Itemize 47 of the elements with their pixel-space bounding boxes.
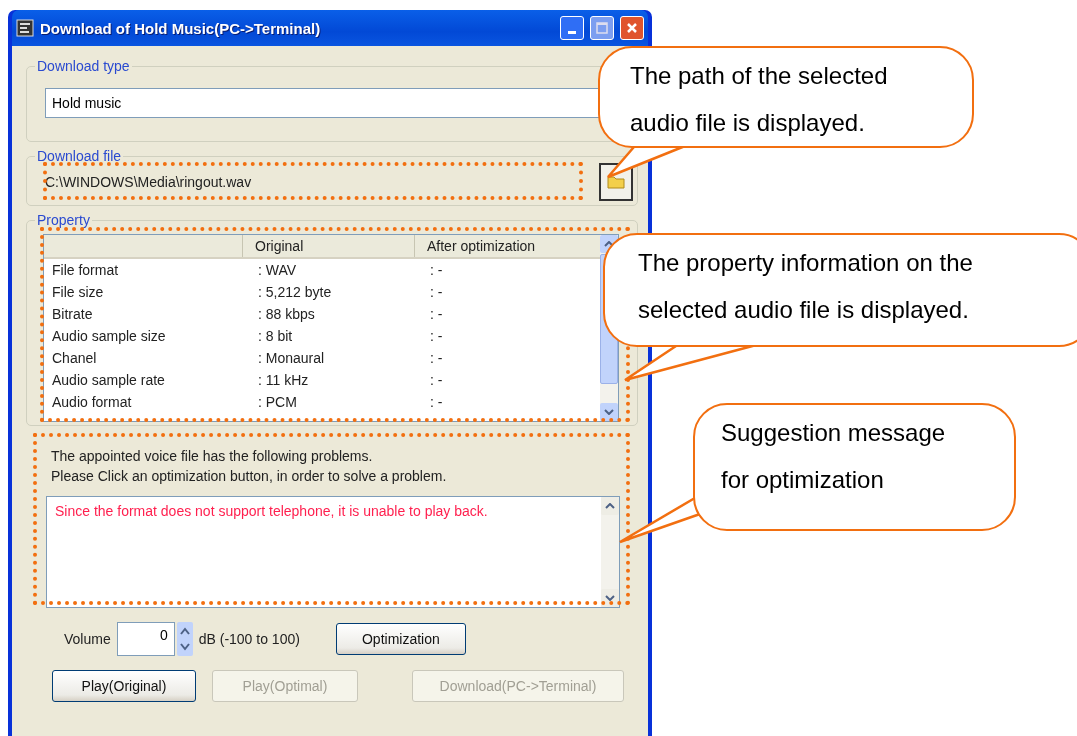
volume-label: Volume: [64, 631, 111, 647]
table-cell-text: : -: [430, 283, 444, 302]
table-cell-text: : -: [430, 371, 444, 390]
table-cell-text: : -: [430, 349, 444, 368]
folder-icon: [607, 175, 625, 189]
table-cell-text: : 11 kHz: [258, 371, 310, 390]
group-label: Property: [36, 212, 91, 228]
table-cell-text: : 5,212 byte: [258, 283, 333, 302]
table-cell-text: : 8 bit: [258, 327, 294, 346]
table-cell-text: : -: [430, 305, 444, 324]
problem-textbox[interactable]: Since the format does not support telephone, it is unable to play back.: [46, 496, 620, 608]
minimize-icon: [568, 30, 576, 34]
spinner-arrows-icon[interactable]: [176, 622, 193, 656]
table-cell-text: : -: [430, 327, 444, 346]
table-cell-text: Audio format: [52, 393, 133, 412]
table-cell-text: Chanel: [52, 349, 98, 368]
app-icon: [16, 19, 34, 37]
table-cell-text: : 88 kbps: [258, 305, 316, 324]
volume-unit: dB (-100 to 100): [198, 631, 300, 647]
column-header[interactable]: Original: [242, 235, 414, 257]
instruction-text: The appointed voice file has the following problems.: [51, 447, 373, 466]
window-title: Download of Hold Music(PC->Terminal): [40, 19, 322, 37]
table-cell-text: : WAV: [258, 261, 298, 280]
table-cell-text: File format: [52, 261, 120, 280]
close-button[interactable]: [620, 16, 644, 40]
volume-field[interactable]: 0: [116, 622, 175, 656]
table-cell-text: : PCM: [258, 393, 298, 412]
maximize-icon: [596, 22, 608, 34]
table-cell-text: Bitrate: [52, 305, 94, 324]
group-label: Download type: [36, 58, 131, 74]
table-cell-text: Audio sample size: [52, 327, 167, 346]
maximize-button[interactable]: [590, 16, 614, 40]
table-cell-text: : -: [430, 261, 444, 280]
action-button[interactable]: Play(Original): [52, 670, 196, 702]
table-cell-text: File size: [52, 283, 105, 302]
table-cell-text: : Monaural: [258, 349, 326, 368]
callout-tooltip: Suggestion message for optimization: [693, 403, 1016, 531]
instruction-text: Please Click an optimization button, in order to solve a problem.: [51, 467, 447, 486]
group-label: Download file: [36, 148, 123, 164]
table-cell-text: : -: [430, 393, 444, 412]
scrollbar[interactable]: [601, 497, 619, 607]
close-icon: [626, 22, 638, 34]
file-path: C:\WINDOWS\Media\ringout.wav: [45, 174, 252, 190]
optimization-button[interactable]: Optimization: [335, 623, 466, 655]
table-cell-text: Audio sample rate: [52, 371, 166, 390]
minimize-button[interactable]: [560, 16, 584, 40]
problem-message: Since the format does not support telephone, it is unable to play back.: [55, 503, 488, 519]
